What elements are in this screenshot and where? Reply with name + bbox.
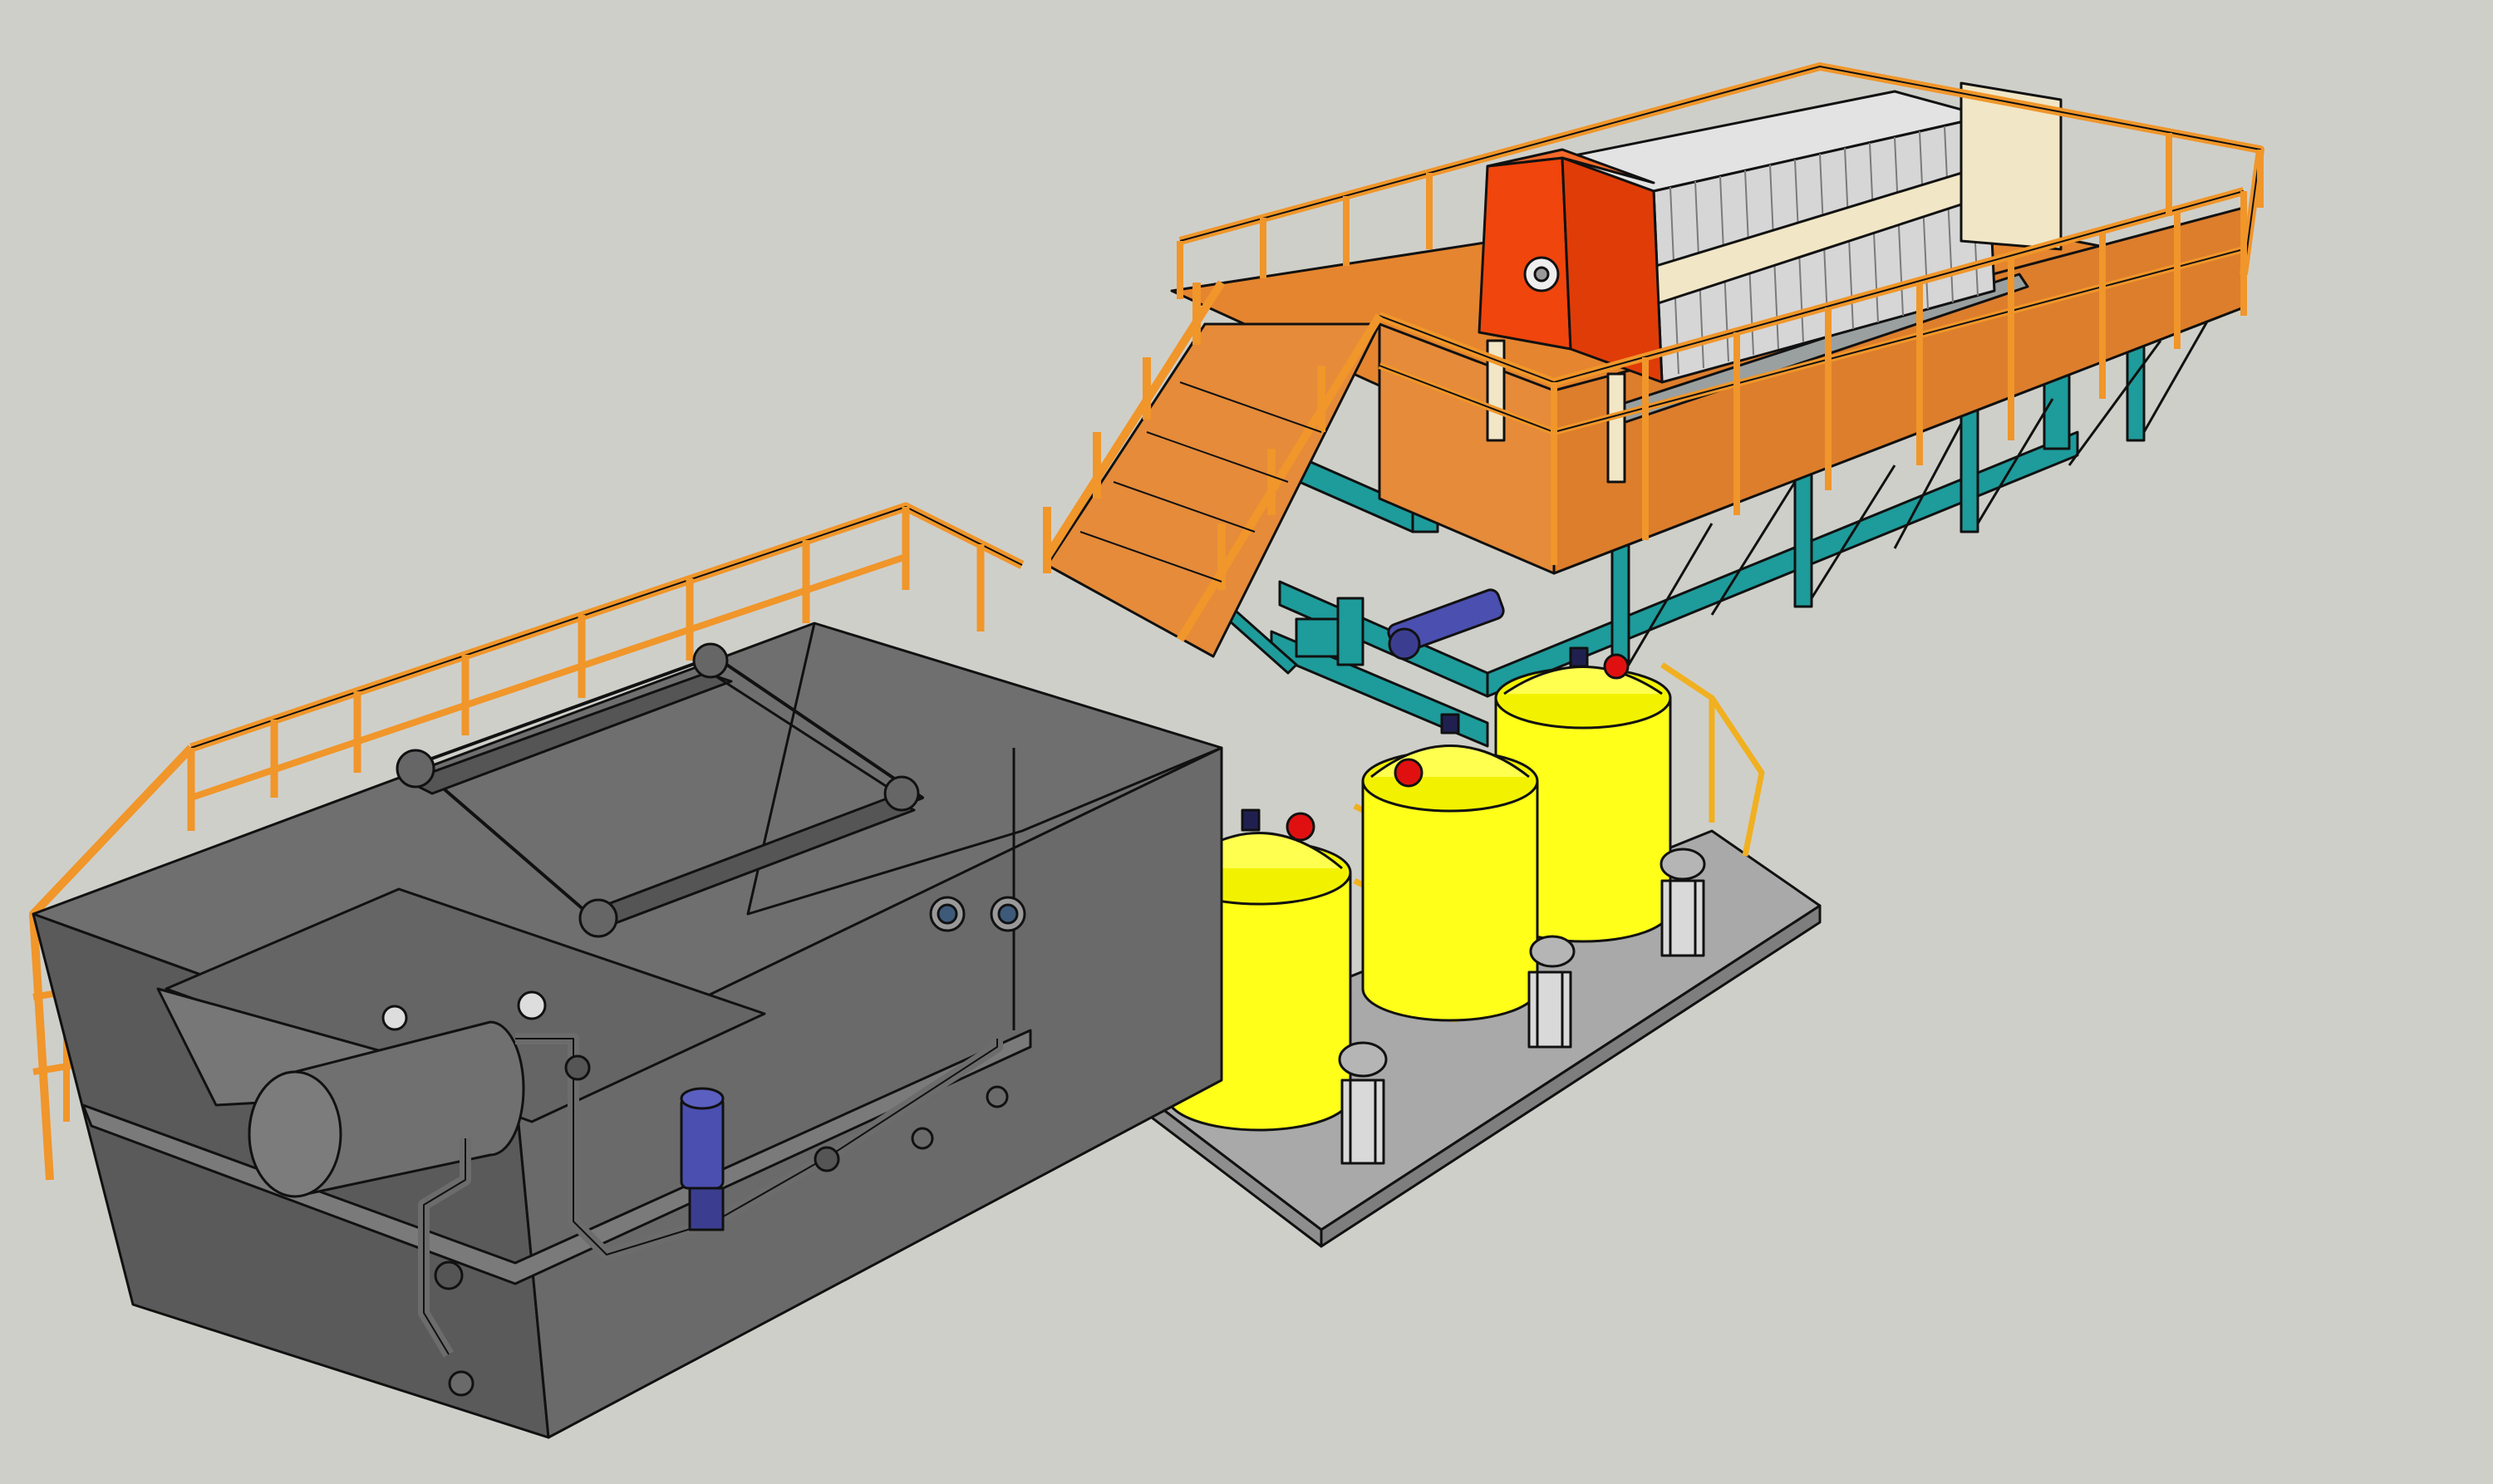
dosing-pump-1 [1338,1041,1388,1165]
valve-3 [814,1146,840,1172]
dosing-pump-2 [1527,935,1576,1049]
nozzle-1 [986,1085,1009,1108]
skimmer-sprocket-4 [578,898,618,938]
dosing-pump-3 [1660,848,1706,957]
tank-1-cap-navy [1241,808,1261,832]
tank-2-cap-red [1394,758,1424,788]
chemical-dosing-tank-2 [1361,713,1539,1022]
tank-2-cap-navy [1440,713,1460,735]
tank-3-cap-navy [1569,646,1589,668]
nozzle-3 [448,1370,475,1397]
pressure-gauge-2 [517,990,547,1020]
filter-press-head-front [1478,156,1572,351]
valve-2 [564,1054,591,1081]
tank-1-cap-red [1286,812,1315,842]
tank-3-cap-red [1603,653,1630,680]
skimmer-sprocket-1 [396,749,435,789]
filter-press-leg-2 [1606,372,1626,484]
skimmer-sprocket-3 [883,775,920,812]
water-treatment-plant-scene [0,0,2493,1484]
pressure-gauge-1 [381,1005,408,1031]
nozzle-2 [911,1127,934,1150]
skimmer-sprocket-2 [692,642,729,679]
filter-press-head-side [1561,156,1664,384]
valve-1 [434,1260,464,1290]
